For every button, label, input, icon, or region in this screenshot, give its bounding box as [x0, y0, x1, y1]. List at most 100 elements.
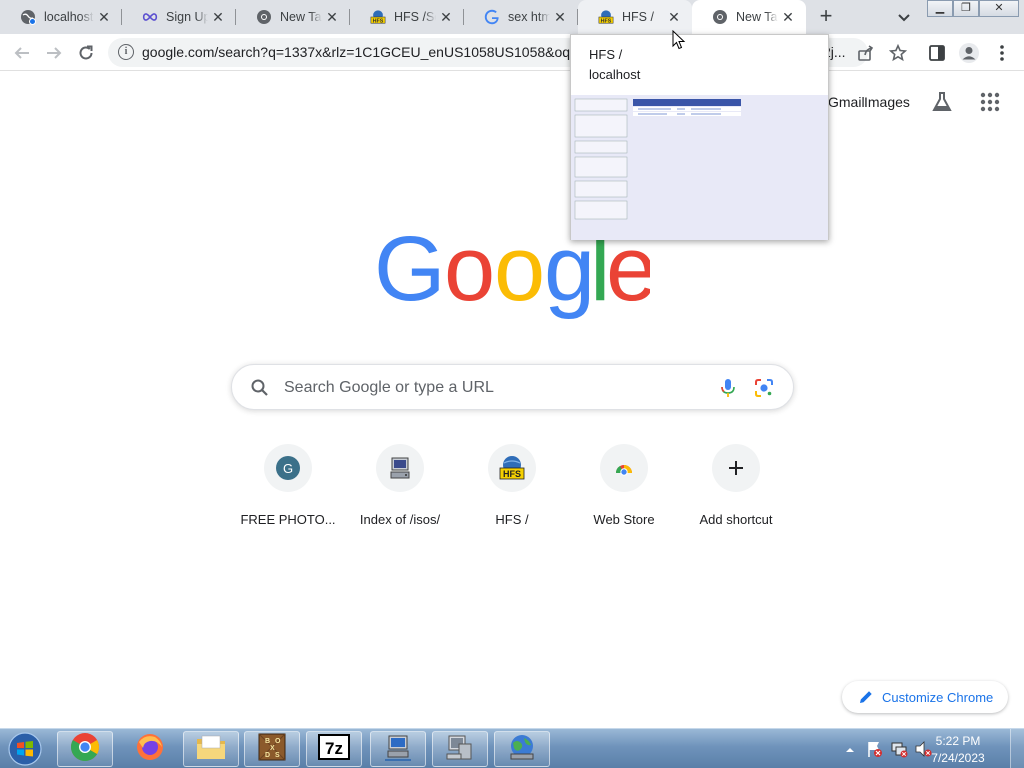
- search-icon: [250, 378, 270, 398]
- shortcut-free-photo[interactable]: G FREE PHOTO...: [232, 444, 344, 528]
- close-icon[interactable]: ✕: [208, 7, 228, 27]
- info-icon[interactable]: i: [118, 44, 134, 60]
- gmail-link[interactable]: Gmail: [828, 94, 865, 110]
- shortcut-label: HFS /: [495, 512, 529, 527]
- close-icon[interactable]: ✕: [778, 7, 798, 27]
- chrome-icon: [712, 9, 728, 25]
- apps-grid-icon[interactable]: [980, 92, 1000, 112]
- search-box[interactable]: Search Google or type a URL: [231, 364, 794, 410]
- taskbar-firefox[interactable]: [122, 731, 178, 767]
- tab-localhost[interactable]: localhost ✕: [0, 0, 122, 34]
- images-link[interactable]: Images: [864, 94, 910, 110]
- computer-icon: [445, 732, 475, 767]
- letter-g-avatar-icon: G: [264, 444, 312, 492]
- shortcut-index-isos[interactable]: Index of /isos/: [344, 444, 456, 528]
- windows-taskbar: BODSX 7z 5:22 PM 7/24/2023: [0, 728, 1024, 768]
- tab-hfs-root[interactable]: HFS HFS / ✕: [578, 0, 692, 34]
- kebab-menu-icon[interactable]: [991, 42, 1013, 64]
- shortcut-letter: G: [283, 461, 293, 476]
- tab-title: sex html: [508, 10, 550, 24]
- show-desktop-button[interactable]: [1010, 729, 1024, 768]
- google-logo-letter: G: [374, 224, 446, 320]
- taskbar-explorer[interactable]: [183, 731, 239, 767]
- tab-title: New Tab: [736, 10, 778, 24]
- tab-title: Sign Up f: [166, 10, 208, 24]
- shortcut-label: Web Store: [593, 512, 655, 527]
- plus-icon: [712, 444, 760, 492]
- shortcut-label: Add shortcut: [699, 512, 773, 527]
- tab-title: HFS /: [622, 10, 654, 24]
- svg-text:HFS: HFS: [601, 18, 612, 24]
- forward-arrow-icon[interactable]: [42, 41, 66, 65]
- share-icon[interactable]: [855, 42, 877, 64]
- microphone-icon[interactable]: [718, 377, 738, 399]
- close-icon[interactable]: ✕: [664, 7, 684, 27]
- customize-chrome-label: Customize Chrome: [882, 689, 994, 705]
- close-icon[interactable]: ✕: [322, 7, 342, 27]
- profile-avatar-icon[interactable]: [958, 42, 980, 64]
- taskbar-chrome[interactable]: [57, 731, 113, 767]
- desktop-screen: localhost ✕ Sign Up f ✕ New Tab ✕ HFS HF…: [0, 0, 1024, 768]
- tray-expand-arrow-icon[interactable]: [845, 742, 855, 760]
- 7zip-icon: 7z: [318, 733, 350, 765]
- new-tab-page: Gmail Images G o o g l e Search Google o…: [0, 72, 1024, 728]
- google-logo-letter: o: [494, 224, 545, 320]
- new-tab-button[interactable]: +: [814, 5, 838, 29]
- close-window-button[interactable]: ✕: [979, 0, 1019, 17]
- search-input[interactable]: Search Google or type a URL: [284, 379, 494, 397]
- svg-text:S: S: [275, 752, 280, 759]
- labs-flask-icon[interactable]: [930, 90, 954, 114]
- mouse-cursor-icon: [672, 29, 686, 50]
- hfs-icon: HFS: [598, 9, 614, 25]
- taskbar-network[interactable]: [370, 731, 426, 767]
- tab-hfs-sex[interactable]: HFS HFS /Sex ✕: [350, 0, 464, 34]
- tab-google-search[interactable]: sex html ✕: [464, 0, 578, 34]
- folder-icon: [195, 733, 227, 766]
- action-center-flag-icon[interactable]: [866, 740, 884, 763]
- close-icon[interactable]: ✕: [436, 7, 456, 27]
- chevron-down-icon[interactable]: [894, 7, 914, 27]
- back-arrow-icon[interactable]: [10, 41, 34, 65]
- svg-text:D: D: [265, 752, 270, 759]
- close-icon[interactable]: ✕: [94, 7, 114, 27]
- computer-icon: [376, 444, 424, 492]
- tab-new-tab[interactable]: New Tab ✕: [236, 0, 350, 34]
- google-logo-letter: o: [444, 224, 495, 320]
- bookmark-star-icon[interactable]: [887, 42, 909, 64]
- svg-text:B: B: [265, 738, 270, 745]
- windows-start-button[interactable]: [5, 731, 45, 767]
- dosbox-icon: BODSX: [257, 732, 287, 767]
- globe-network-icon: [507, 732, 537, 767]
- google-lens-icon[interactable]: [753, 377, 775, 399]
- side-panel-icon[interactable]: [926, 42, 948, 64]
- hover-card-domain: localhost: [589, 67, 641, 82]
- taskbar-internet[interactable]: [494, 731, 550, 767]
- shortcut-label: Index of /isos/: [359, 512, 441, 527]
- shortcut-hfs[interactable]: HFS HFS /: [456, 444, 568, 528]
- tab-new-tab-active[interactable]: New Tab ✕: [692, 0, 806, 34]
- reload-icon[interactable]: [74, 41, 98, 65]
- close-icon[interactable]: ✕: [550, 7, 570, 27]
- network-status-icon[interactable]: [890, 740, 908, 763]
- tab-preview-thumbnail: [571, 95, 828, 240]
- customize-chrome-button[interactable]: Customize Chrome: [842, 681, 1008, 713]
- chrome-icon: [70, 732, 100, 767]
- maximize-button[interactable]: ❐: [953, 0, 979, 17]
- tab-title: New Tab: [280, 10, 322, 24]
- clock-date[interactable]: 7/24/2023: [930, 751, 986, 765]
- tab-sign-up[interactable]: Sign Up f ✕: [122, 0, 236, 34]
- svg-text:HFS: HFS: [373, 18, 384, 24]
- tab-strip: localhost ✕ Sign Up f ✕ New Tab ✕ HFS HF…: [0, 0, 1024, 34]
- network-computer-icon: [383, 732, 413, 767]
- taskbar-7zip[interactable]: 7z: [306, 731, 362, 767]
- taskbar-dosbox[interactable]: BODSX: [244, 731, 300, 767]
- web-store-icon: [600, 444, 648, 492]
- shortcut-web-store[interactable]: Web Store: [568, 444, 680, 528]
- minimize-button[interactable]: ▁: [927, 0, 953, 17]
- hover-card-title: HFS /: [589, 47, 623, 62]
- svg-text:X: X: [270, 745, 275, 752]
- add-shortcut-button[interactable]: Add shortcut: [680, 444, 792, 528]
- clock-time[interactable]: 5:22 PM: [930, 734, 986, 748]
- taskbar-computer[interactable]: [432, 731, 488, 767]
- svg-text:HFS: HFS: [503, 469, 521, 479]
